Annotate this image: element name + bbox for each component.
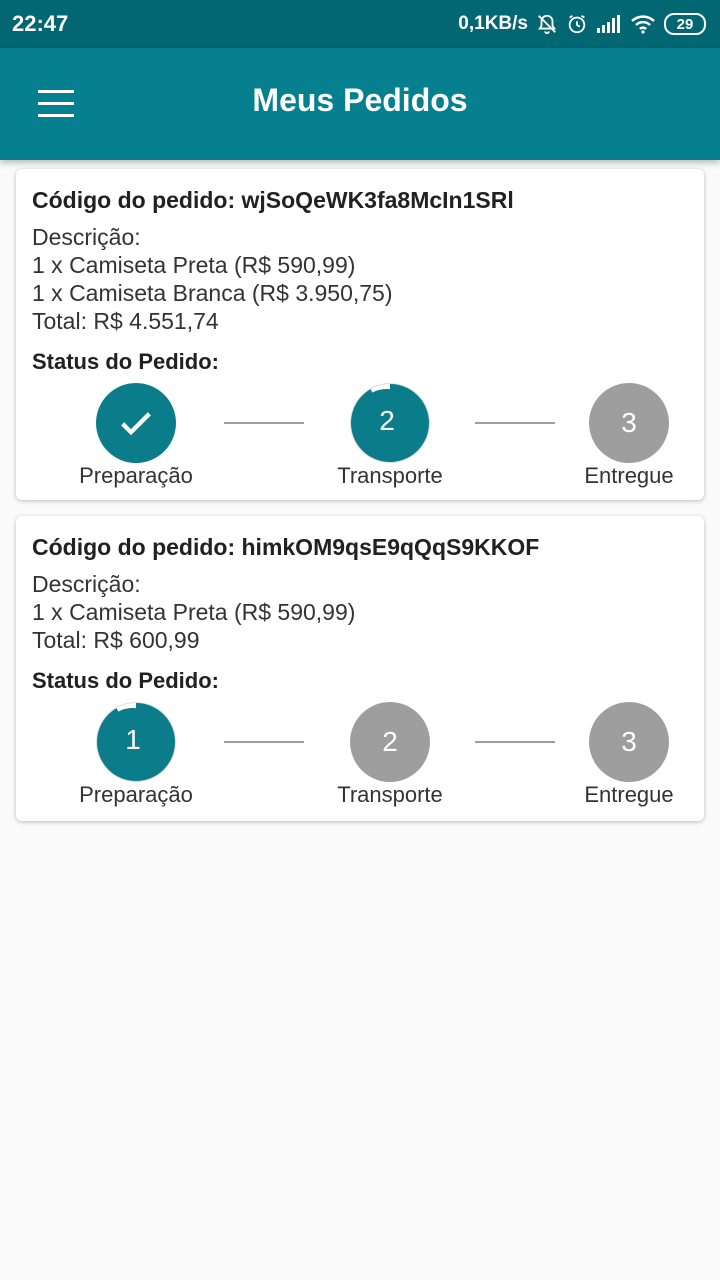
- status-icons: 0,1KB/s 29: [458, 13, 706, 35]
- description-label: Descrição:: [32, 571, 141, 597]
- order-item: 1 x Camiseta Branca (R$ 3.950,75): [32, 280, 393, 306]
- step-current-circle: 1: [96, 702, 176, 782]
- step-label-preparacao: Preparação: [79, 782, 193, 807]
- order-stepper: Preparação 2 Transporte 3 Entregue: [32, 377, 688, 497]
- status-heading: Status do Pedido:: [32, 668, 219, 693]
- step-pending-circle: 3: [589, 383, 669, 463]
- step-connector: [475, 422, 555, 424]
- status-heading: Status do Pedido:: [32, 349, 219, 374]
- step-number: 3: [621, 407, 637, 438]
- order-total: Total: R$ 4.551,74: [32, 308, 219, 334]
- step-connector: [475, 741, 555, 743]
- step-number: 2: [382, 726, 398, 757]
- order-item: 1 x Camiseta Preta (R$ 590,99): [32, 599, 356, 625]
- step-label-entregue: Entregue: [584, 463, 674, 488]
- status-time: 22:47: [12, 11, 69, 36]
- step-current-circle: 2: [350, 383, 430, 463]
- order-stepper: 1 Preparação 2 Transporte 3 Entregue: [32, 696, 688, 816]
- network-speed: 0,1KB/s: [458, 13, 528, 34]
- page-title: Meus Pedidos: [252, 82, 468, 118]
- step-number: 1: [125, 724, 141, 755]
- step-number: 2: [379, 405, 395, 436]
- check-icon: [121, 412, 151, 436]
- order-card: Código do pedido: wjSoQeWK3fa8McIn1SRl D…: [16, 169, 704, 500]
- battery-icon: 29: [664, 13, 706, 35]
- bell-off-icon: [536, 13, 558, 35]
- status-bar: 22:47 0,1KB/s 29: [0, 0, 720, 48]
- app-bar: Meus Pedidos: [0, 48, 720, 160]
- step-label-transporte: Transporte: [337, 463, 443, 488]
- step-label-transporte: Transporte: [337, 782, 443, 807]
- step-label-entregue: Entregue: [584, 782, 674, 807]
- order-total: Total: R$ 600,99: [32, 627, 200, 653]
- order-code: Código do pedido: wjSoQeWK3fa8McIn1SRl: [32, 187, 514, 213]
- step-pending-circle: 2: [350, 702, 430, 782]
- order-card: Código do pedido: himkOM9qsE9qQqS9KKOF D…: [16, 516, 704, 821]
- step-connector: [224, 741, 304, 743]
- description-label: Descrição:: [32, 224, 141, 250]
- step-label-preparacao: Preparação: [79, 463, 193, 488]
- step-pending-circle: 3: [589, 702, 669, 782]
- signal-icon: [596, 14, 622, 34]
- alarm-icon: [566, 13, 588, 35]
- order-item: 1 x Camiseta Preta (R$ 590,99): [32, 252, 356, 278]
- step-number: 3: [621, 726, 637, 757]
- step-connector: [224, 422, 304, 424]
- step-done-circle: [96, 383, 176, 463]
- wifi-icon: [630, 14, 656, 34]
- order-code: Código do pedido: himkOM9qsE9qQqS9KKOF: [32, 534, 540, 560]
